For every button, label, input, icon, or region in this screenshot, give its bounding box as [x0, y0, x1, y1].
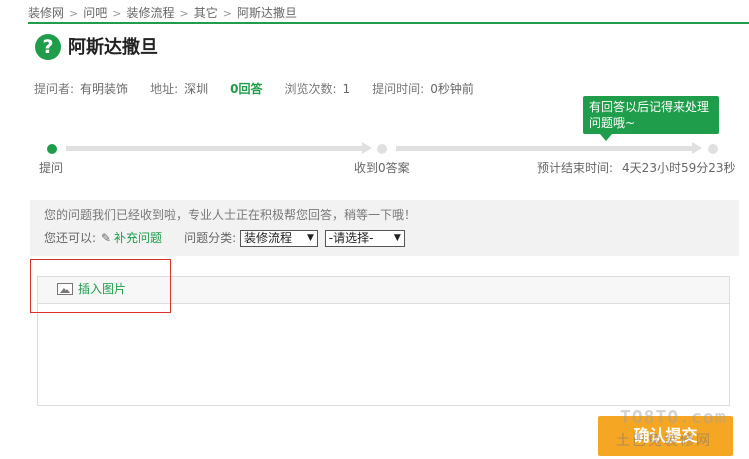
more-label: 您还可以:	[44, 231, 97, 245]
pencil-icon: ✎	[101, 231, 112, 245]
breadcrumb-home[interactable]: 装修网	[28, 6, 64, 20]
chevron-right-icon: >	[69, 7, 79, 20]
subcategory-select-value: -请选择-	[328, 231, 374, 245]
views-label: 浏览次数:	[284, 82, 337, 96]
progress-step-2-dot	[377, 144, 387, 154]
progress-arrow-2	[692, 142, 702, 154]
category-label: 问题分类:	[184, 231, 237, 245]
watermark-logo: TO8TO.com	[620, 407, 727, 428]
highlight-box	[30, 259, 171, 313]
progress-step-3-dot	[708, 144, 718, 154]
progress-step-ask: 提问	[39, 161, 64, 175]
question-icon: ?	[35, 34, 61, 60]
breadcrumb-current: 阿斯达撒旦	[236, 6, 297, 20]
location-label: 地址:	[150, 82, 179, 96]
end-time-value: 4天23小时59分23秒	[622, 161, 736, 175]
progress-arrow-1	[362, 142, 372, 154]
asker-name[interactable]: 有明装饰	[80, 82, 128, 96]
category-select[interactable]: 装修流程 ▼	[239, 230, 318, 247]
progress-step-1-dot	[47, 144, 57, 154]
chevron-right-icon: >	[179, 7, 189, 20]
views-value: 1	[342, 82, 351, 96]
chevron-right-icon: >	[222, 7, 232, 20]
notice-actions: 您还可以: ✎ 补充问题 问题分类: 装修流程 ▼ -请选择- ▼	[44, 228, 405, 248]
progress-track-1	[66, 146, 362, 151]
dropdown-arrow-icon: ▼	[307, 233, 314, 243]
tooltip-tail	[600, 134, 612, 141]
breadcrumb-process[interactable]: 装修流程	[126, 6, 174, 20]
progress-track-2	[396, 146, 692, 151]
end-time-label: 预计结束时间:	[537, 161, 614, 175]
answer-count: 0回答	[230, 82, 263, 96]
time-value: 0秒钟前	[430, 82, 474, 96]
breadcrumb-wenba[interactable]: 问吧	[83, 6, 107, 20]
notice-message: 您的问题我们已经收到啦，专业人士正在积极帮您回答，稍等一下哦！	[44, 208, 417, 222]
supplement-question-link[interactable]: 补充问题	[114, 231, 162, 245]
reminder-tooltip: 有回答以后记得来处理问题哦~	[583, 96, 719, 134]
header-divider	[28, 22, 749, 24]
question-meta: 提问者: 有明装饰 地址: 深圳 0回答 浏览次数: 1 提问时间: 0秒钟前	[34, 80, 474, 98]
breadcrumb-other[interactable]: 其它	[194, 6, 218, 20]
breadcrumb: 装修网 > 问吧 > 装修流程 > 其它 > 阿斯达撒旦	[28, 4, 297, 22]
subcategory-select[interactable]: -请选择- ▼	[324, 230, 405, 247]
progress-step-received: 收到0答案	[354, 161, 410, 175]
asker-label: 提问者:	[34, 82, 75, 96]
time-label: 提问时间:	[372, 82, 425, 96]
category-select-value: 装修流程	[243, 231, 292, 245]
location-value: 深圳	[184, 82, 209, 96]
chevron-right-icon: >	[112, 7, 122, 20]
progress-end-time: 预计结束时间: 4天23小时59分23秒	[537, 160, 736, 176]
answer-editor[interactable]	[37, 304, 730, 406]
watermark-text: 土巴兔装修网	[616, 433, 712, 449]
page-title: 阿斯达撒旦	[68, 37, 158, 58]
dropdown-arrow-icon: ▼	[393, 233, 401, 243]
